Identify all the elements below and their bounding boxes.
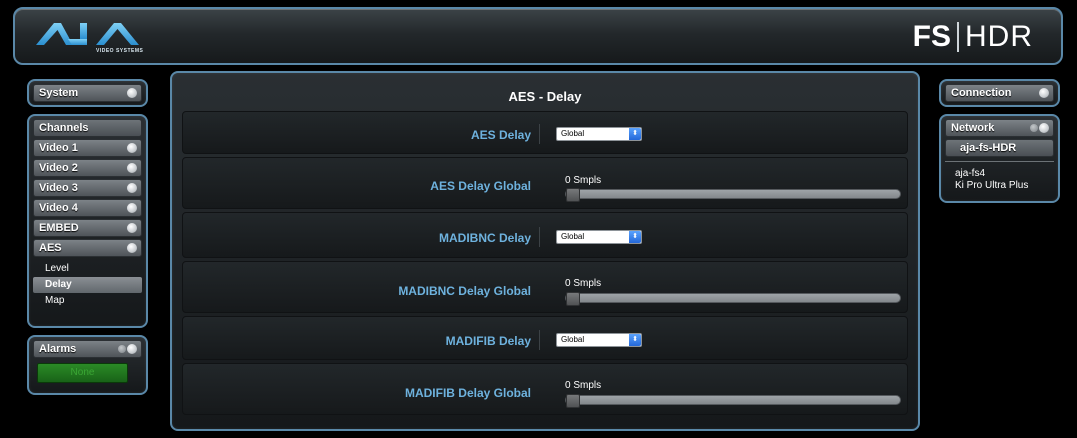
expand-icon[interactable] <box>127 163 137 173</box>
channel-video-4[interactable]: Video 4 <box>33 199 142 217</box>
aes-delay-global-slider[interactable] <box>565 188 901 202</box>
connection-label: Connection <box>951 87 1012 99</box>
aja-logo-mark <box>36 23 139 45</box>
select-value: Global <box>561 335 585 344</box>
channel-video-2[interactable]: Video 2 <box>33 159 142 177</box>
expand-icon[interactable] <box>127 203 137 213</box>
channel-label: Video 1 <box>39 142 78 154</box>
channel-video-1[interactable]: Video 1 <box>33 139 142 157</box>
madifib-delay-label: MADIFIB Delay <box>445 334 531 348</box>
network-device-item[interactable]: aja-fs4 <box>955 168 1058 180</box>
madifib-delay-global-label: MADIFIB Delay Global <box>404 386 531 400</box>
channel-label: EMBED <box>39 222 79 234</box>
aja-logo: VIDEO SYSTEMS <box>36 21 176 57</box>
aes-delay-row: AES Delay Global ⬍ <box>182 111 908 154</box>
channel-label: AES <box>39 242 62 254</box>
alarms-panel: Alarms None <box>27 335 148 395</box>
collapse-icon[interactable] <box>127 243 137 253</box>
madibnc-delay-global-label: MADIBNC Delay Global <box>398 284 531 298</box>
madibnc-delay-global-row: MADIBNC Delay Global 0 Smpls <box>182 261 908 313</box>
channel-label: Video 3 <box>39 182 78 194</box>
alarms-button[interactable]: Alarms <box>33 340 142 358</box>
slider-thumb[interactable] <box>566 394 580 408</box>
dropdown-arrow-icon[interactable]: ⬍ <box>629 128 641 140</box>
expand-icon[interactable] <box>127 223 137 233</box>
main-panel: AES - Delay AES Delay Global ⬍ AES Delay… <box>170 71 920 431</box>
channel-aes[interactable]: AES <box>33 239 142 257</box>
madibnc-delay-global-value: 0 Smpls <box>565 278 602 289</box>
system-label: System <box>39 87 79 99</box>
alarm-status-indicator: None <box>37 363 128 383</box>
slider-thumb[interactable] <box>566 188 580 202</box>
expand-icon[interactable] <box>127 344 137 354</box>
refresh-icon[interactable] <box>1030 124 1038 132</box>
logo-subtitle: VIDEO SYSTEMS <box>96 48 144 54</box>
product-separator <box>957 22 959 52</box>
expand-icon[interactable] <box>1039 88 1049 98</box>
connection-panel: Connection <box>939 79 1060 107</box>
product-hdr: HDR <box>965 20 1033 53</box>
aes-delay-select[interactable]: Global ⬍ <box>556 127 642 141</box>
madibnc-delay-select[interactable]: Global ⬍ <box>556 230 642 244</box>
dropdown-arrow-icon[interactable]: ⬍ <box>629 334 641 346</box>
select-value: Global <box>561 232 585 241</box>
madifib-delay-global-value: 0 Smpls <box>565 380 602 391</box>
madifib-delay-global-slider[interactable] <box>565 394 901 408</box>
refresh-icon[interactable] <box>118 345 126 353</box>
network-device-item[interactable]: Ki Pro Ultra Plus <box>955 180 1058 192</box>
network-panel: Network aja-fs-HDR aja-fs4 Ki Pro Ultra … <box>939 114 1060 203</box>
madibnc-delay-row: MADIBNC Delay Global ⬍ <box>182 212 908 258</box>
row-divider <box>539 227 540 247</box>
slider-thumb[interactable] <box>566 292 580 306</box>
expand-icon[interactable] <box>127 88 137 98</box>
row-divider <box>539 330 540 350</box>
madibnc-delay-global-slider[interactable] <box>565 292 901 306</box>
page-title: AES - Delay <box>508 89 582 104</box>
current-device-item[interactable]: aja-fs-HDR <box>945 139 1054 157</box>
expand-icon[interactable] <box>1039 123 1049 133</box>
channels-header: Channels <box>33 119 142 137</box>
select-value: Global <box>561 129 585 138</box>
madibnc-delay-label: MADIBNC Delay <box>438 231 531 245</box>
row-divider <box>539 124 540 144</box>
madifib-delay-select[interactable]: Global ⬍ <box>556 333 642 347</box>
expand-icon[interactable] <box>127 143 137 153</box>
channels-panel: Channels Video 1 Video 2 Video 3 Video 4… <box>27 114 148 328</box>
current-device-label: aja-fs-HDR <box>960 142 1017 154</box>
system-button[interactable]: System <box>33 84 142 102</box>
aes-subitem-map[interactable]: Map <box>33 293 142 309</box>
channel-label: Video 2 <box>39 162 78 174</box>
channel-embed[interactable]: EMBED <box>33 219 142 237</box>
connection-button[interactable]: Connection <box>945 84 1054 102</box>
aes-delay-label: AES Delay <box>470 128 531 142</box>
aes-subitem-level[interactable]: Level <box>33 261 142 277</box>
product-fs: FS <box>912 20 951 53</box>
expand-icon[interactable] <box>127 183 137 193</box>
channel-video-3[interactable]: Video 3 <box>33 179 142 197</box>
aes-delay-global-value: 0 Smpls <box>565 175 602 186</box>
dropdown-arrow-icon[interactable]: ⬍ <box>629 231 641 243</box>
aes-delay-global-row: AES Delay Global 0 Smpls <box>182 157 908 209</box>
network-button[interactable]: Network <box>945 119 1054 137</box>
network-divider <box>945 161 1054 162</box>
alarms-label: Alarms <box>39 343 77 355</box>
madifib-delay-global-row: MADIFIB Delay Global 0 Smpls <box>182 363 908 415</box>
product-name: FS HDR <box>913 19 1033 55</box>
header-bar: VIDEO SYSTEMS FS HDR <box>13 7 1063 65</box>
channel-label: Video 4 <box>39 202 78 214</box>
madifib-delay-row: MADIFIB Delay Global ⬍ <box>182 316 908 360</box>
aes-delay-global-label: AES Delay Global <box>430 179 531 193</box>
system-panel: System <box>27 79 148 107</box>
channels-label: Channels <box>39 122 89 134</box>
network-label: Network <box>951 122 995 134</box>
aes-subitem-delay[interactable]: Delay <box>33 277 142 293</box>
